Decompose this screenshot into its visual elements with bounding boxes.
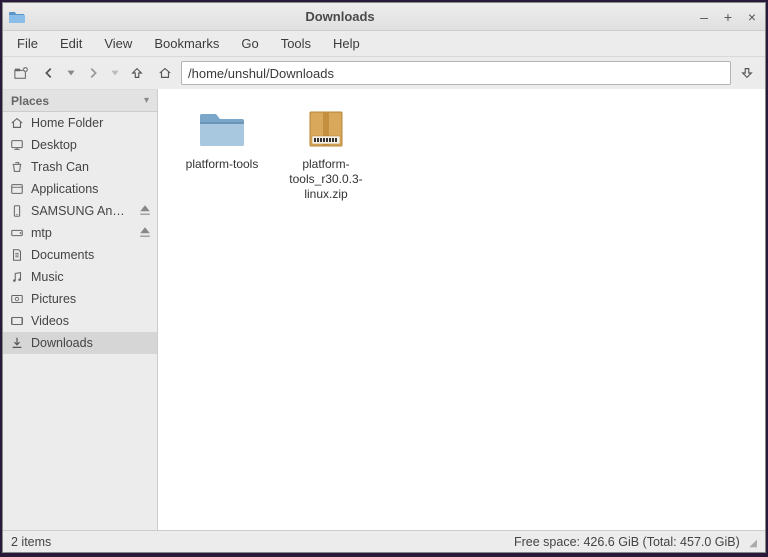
sidebar-item-label: Downloads — [31, 336, 151, 350]
sidebar-header-label: Places — [11, 94, 49, 108]
menu-bookmarks[interactable]: Bookmarks — [144, 33, 229, 54]
file-archive-platform-tools-zip[interactable]: platform-tools_r30.0.3-linux.zip — [278, 101, 374, 206]
sidebar-item-music[interactable]: Music — [3, 266, 157, 288]
toolbar: /home/unshul/Downloads — [3, 57, 765, 89]
statusbar: 2 items Free space: 426.6 GiB (Total: 45… — [3, 530, 765, 552]
sidebar-item-label: Pictures — [31, 292, 151, 306]
sidebar-item-label: Home Folder — [31, 116, 151, 130]
path-text: /home/unshul/Downloads — [188, 66, 334, 81]
phone-icon — [9, 203, 25, 219]
chevron-down-icon: ▾ — [144, 95, 149, 106]
trash-icon — [9, 159, 25, 175]
sidebar-item-desktop[interactable]: Desktop — [3, 134, 157, 156]
close-button[interactable]: × — [745, 9, 759, 25]
menu-tools[interactable]: Tools — [271, 33, 321, 54]
sidebar-item-videos[interactable]: Videos — [3, 310, 157, 332]
desktop-icon — [9, 137, 25, 153]
sidebar-item-label: Videos — [31, 314, 151, 328]
up-button[interactable] — [125, 61, 149, 85]
sidebar-item-documents[interactable]: Documents — [3, 244, 157, 266]
file-label: platform-tools_r30.0.3-linux.zip — [282, 157, 370, 202]
eject-icon[interactable] — [139, 204, 151, 219]
sidebar-item-pictures[interactable]: Pictures — [3, 288, 157, 310]
sidebar-item-label: mtp — [31, 226, 133, 240]
home-icon — [9, 115, 25, 131]
path-input[interactable]: /home/unshul/Downloads — [181, 61, 731, 85]
sidebar-item-downloads[interactable]: Downloads — [3, 332, 157, 354]
music-icon — [9, 269, 25, 285]
menu-view[interactable]: View — [94, 33, 142, 54]
folder-icon — [198, 105, 246, 153]
forward-button[interactable] — [81, 61, 105, 85]
main-area: Places ▾ Home Folder Desktop Trash Can A… — [3, 89, 765, 530]
folder-icon — [9, 9, 25, 25]
sidebar-header[interactable]: Places ▾ — [3, 90, 157, 112]
eject-icon[interactable] — [139, 226, 151, 241]
sidebar-item-label: Music — [31, 270, 151, 284]
sidebar-item-label: Documents — [31, 248, 151, 262]
window-controls: – + × — [697, 9, 759, 25]
maximize-button[interactable]: + — [721, 9, 735, 25]
go-button[interactable] — [735, 61, 759, 85]
file-folder-platform-tools[interactable]: platform-tools — [174, 101, 270, 176]
resize-grip[interactable]: ◢ — [749, 538, 757, 549]
sidebar-item-label: Applications — [31, 182, 151, 196]
back-history-button[interactable] — [65, 61, 77, 85]
sidebar-item-label: Desktop — [31, 138, 151, 152]
sidebar-item-samsung[interactable]: SAMSUNG An… — [3, 200, 157, 222]
menu-edit[interactable]: Edit — [50, 33, 92, 54]
forward-history-button[interactable] — [109, 61, 121, 85]
sidebar: Places ▾ Home Folder Desktop Trash Can A… — [3, 89, 158, 530]
apps-icon — [9, 181, 25, 197]
menubar: File Edit View Bookmarks Go Tools Help — [3, 31, 765, 57]
sidebar-item-label: Trash Can — [31, 160, 151, 174]
sidebar-item-label: SAMSUNG An… — [31, 204, 133, 218]
documents-icon — [9, 247, 25, 263]
new-tab-button[interactable] — [9, 61, 33, 85]
menu-go[interactable]: Go — [231, 33, 268, 54]
home-button[interactable] — [153, 61, 177, 85]
menu-file[interactable]: File — [7, 33, 48, 54]
file-label: platform-tools — [186, 157, 259, 172]
window-title: Downloads — [33, 9, 697, 24]
sidebar-item-mtp[interactable]: mtp — [3, 222, 157, 244]
sidebar-item-applications[interactable]: Applications — [3, 178, 157, 200]
file-view[interactable]: platform-tools platform-tools_r30.0.3-li… — [158, 89, 765, 530]
back-button[interactable] — [37, 61, 61, 85]
status-item-count: 2 items — [11, 535, 51, 549]
file-manager-window: Downloads – + × File Edit View Bookmarks… — [2, 2, 766, 553]
menu-help[interactable]: Help — [323, 33, 370, 54]
downloads-icon — [9, 335, 25, 351]
minimize-button[interactable]: – — [697, 9, 711, 25]
status-free-space: Free space: 426.6 GiB (Total: 457.0 GiB) — [514, 535, 740, 549]
sidebar-item-home[interactable]: Home Folder — [3, 112, 157, 134]
titlebar[interactable]: Downloads – + × — [3, 3, 765, 31]
videos-icon — [9, 313, 25, 329]
sidebar-item-trash[interactable]: Trash Can — [3, 156, 157, 178]
archive-icon — [302, 105, 350, 153]
pictures-icon — [9, 291, 25, 307]
drive-icon — [9, 225, 25, 241]
